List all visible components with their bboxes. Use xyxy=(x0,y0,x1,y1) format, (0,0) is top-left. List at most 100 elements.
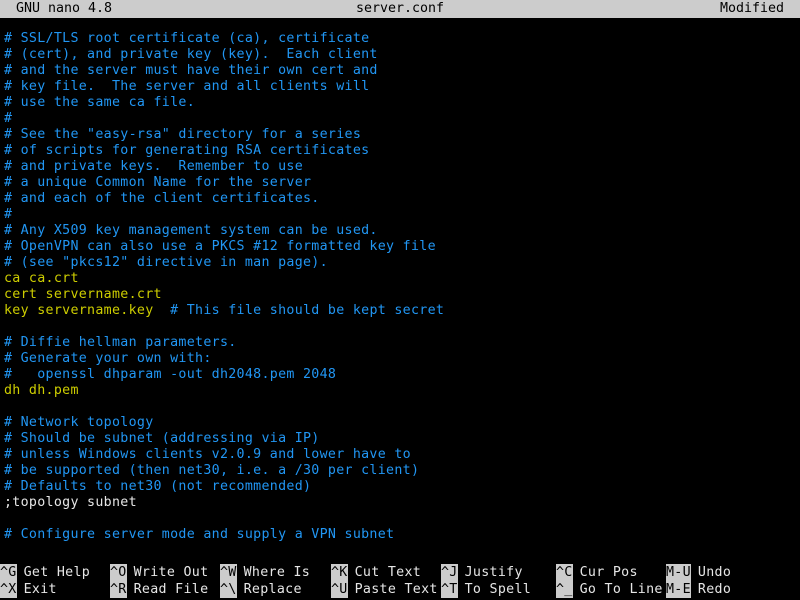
shortcut-key-badge: ^T xyxy=(441,581,458,598)
shortcut-cur-pos[interactable]: ^C Cur Pos xyxy=(556,564,638,581)
editor-line: # Network topology xyxy=(4,415,800,431)
shortcut-key-badge: ^J xyxy=(441,564,458,581)
shortcut-to-spell[interactable]: ^T To Spell xyxy=(441,581,531,598)
line-text: ;topology subnet xyxy=(4,495,137,510)
shortcut-row-1: ^G Get Help ^O Write Out ^W Where Is ^K Cut Tex… xyxy=(0,564,800,581)
line-text: # and the server must have their own cer… xyxy=(4,63,378,78)
shortcut-label: Redo xyxy=(697,582,732,597)
editor-line: # Any X509 key management system can be … xyxy=(4,223,800,239)
editor-line: # xyxy=(4,111,800,127)
shortcut-key-badge: ^O xyxy=(110,564,127,581)
shortcut-key-badge: ^X xyxy=(0,581,17,598)
title-bar: GNU nano 4.8 server.conf Modified xyxy=(0,0,800,18)
editor-line: # and the server must have their own cer… xyxy=(4,63,800,79)
shortcut-redo[interactable]: M-E Redo xyxy=(666,581,731,598)
editor-line: # (cert), and private key (key). Each cl… xyxy=(4,47,800,63)
shortcut-label: Write Out xyxy=(133,565,209,580)
editor-line: # a unique Common Name for the server xyxy=(4,175,800,191)
line-text: # See the "easy-rsa" directory for a ser… xyxy=(4,127,362,142)
editor-line: # OpenVPN can also use a PKCS #12 format… xyxy=(4,239,800,255)
editor-line: # Generate your own with: xyxy=(4,351,800,367)
shortcut-go-to-line[interactable]: ^_ Go To Line xyxy=(556,581,663,598)
line-text: # and each of the client certificates. xyxy=(4,191,320,206)
line-text: # unless Windows clients v2.0.9 and lowe… xyxy=(4,447,411,462)
shortcut-key-badge: ^R xyxy=(110,581,127,598)
shortcut-key-badge: ^\ xyxy=(220,581,237,598)
shortcut-label: Exit xyxy=(23,582,57,597)
editor-line: # openssl dhparam -out dh2048.pem 2048 xyxy=(4,367,800,383)
shortcut-label: Go To Line xyxy=(579,582,663,597)
shortcut-justify[interactable]: ^J Justify xyxy=(441,564,523,581)
line-text: # Diffie hellman parameters. xyxy=(4,335,237,350)
line-text: # use the same ca file. xyxy=(4,95,196,110)
shortcut-key-badge: M-U xyxy=(666,564,691,581)
shortcut-where-is[interactable]: ^W Where Is xyxy=(220,564,310,581)
shortcut-label: Cut Text xyxy=(354,565,422,580)
editor-text-area[interactable]: # SSL/TLS root certificate (ca), certifi… xyxy=(0,18,800,564)
line-text: # Defaults to net30 (not recommended) xyxy=(4,479,312,494)
shortcut-read-file[interactable]: ^R Read File xyxy=(110,581,208,598)
editor-line: # (see "pkcs12" directive in man page). xyxy=(4,255,800,271)
shortcut-label: Replace xyxy=(243,582,302,597)
editor-line: # and private keys. Remember to use xyxy=(4,159,800,175)
editor-line: # key file. The server and all clients w… xyxy=(4,79,800,95)
line-text: # Generate your own with: xyxy=(4,351,212,366)
editor-line: # of scripts for generating RSA certific… xyxy=(4,143,800,159)
line-text: # Any X509 key management system can be … xyxy=(4,223,378,238)
line-text: # xyxy=(4,207,13,222)
shortcut-write-out[interactable]: ^O Write Out xyxy=(110,564,208,581)
shortcut-label: Paste Text xyxy=(354,582,438,597)
filename-label: server.conf xyxy=(355,1,445,16)
shortcut-label: Read File xyxy=(133,582,209,597)
shortcut-key-badge: ^C xyxy=(556,564,573,581)
editor-line: ;topology subnet xyxy=(4,495,800,511)
editor-line: # be supported (then net30, i.e. a /30 p… xyxy=(4,463,800,479)
editor-line: cert servername.crt xyxy=(4,287,800,303)
shortcut-key-badge: ^U xyxy=(331,581,348,598)
editor-line: # Configure server mode and supply a VPN… xyxy=(4,527,800,543)
editor-line: # Should be subnet (addressing via IP) xyxy=(4,431,800,447)
shortcut-label: To Spell xyxy=(464,582,532,597)
shortcut-label: Undo xyxy=(697,565,732,580)
shortcut-paste-text[interactable]: ^U Paste Text xyxy=(331,581,438,598)
line-text: # Network topology xyxy=(4,415,154,430)
editor-line: # See the "easy-rsa" directory for a ser… xyxy=(4,127,800,143)
editor-line: # xyxy=(4,207,800,223)
shortcut-key-badge: ^W xyxy=(220,564,237,581)
line-text: # openssl dhparam -out dh2048.pem 2048 xyxy=(4,367,337,382)
editor-line: # Defaults to net30 (not recommended) xyxy=(4,479,800,495)
line-text: # key file. The server and all clients w… xyxy=(4,79,370,94)
shortcut-key-badge: ^K xyxy=(331,564,348,581)
line-text: # and private keys. Remember to use xyxy=(4,159,303,174)
line-text: # (see "pkcs12" directive in man page). xyxy=(4,255,328,270)
shortcut-get-help[interactable]: ^G Get Help xyxy=(0,564,90,581)
inline-comment: # This file should be kept secret xyxy=(153,303,445,318)
editor-line: key servername.key # This file should be… xyxy=(4,303,800,319)
shortcut-key-badge: M-E xyxy=(666,581,691,598)
shortcut-label: Justify xyxy=(464,565,523,580)
line-text: # of scripts for generating RSA certific… xyxy=(4,143,370,158)
line-text: # xyxy=(4,111,13,126)
shortcut-key-badge: ^_ xyxy=(556,581,573,598)
shortcut-label: Cur Pos xyxy=(579,565,638,580)
editor-line: # and each of the client certificates. xyxy=(4,191,800,207)
shortcut-exit[interactable]: ^X Exit xyxy=(0,581,57,598)
editor-line: ca ca.crt xyxy=(4,271,800,287)
line-text: ca ca.crt xyxy=(4,271,79,286)
shortcut-label: Get Help xyxy=(23,565,91,580)
shortcut-replace[interactable]: ^\ Replace xyxy=(220,581,302,598)
shortcut-row-2: ^X Exit ^R Read File ^\ Replace ^U Paste Text ^T… xyxy=(0,581,800,598)
shortcut-cut-text[interactable]: ^K Cut Text xyxy=(331,564,421,581)
editor-line: # SSL/TLS root certificate (ca), certifi… xyxy=(4,31,800,47)
shortcut-key-badge: ^G xyxy=(0,564,17,581)
line-text: key servername.key xyxy=(4,303,154,318)
editor-line: # Diffie hellman parameters. xyxy=(4,335,800,351)
editor-line: # unless Windows clients v2.0.9 and lowe… xyxy=(4,447,800,463)
line-text: # (cert), and private key (key). Each cl… xyxy=(4,47,378,62)
editor-line: # use the same ca file. xyxy=(4,95,800,111)
shortcut-undo[interactable]: M-U Undo xyxy=(666,564,731,581)
line-text: # Configure server mode and supply a VPN… xyxy=(4,527,395,542)
